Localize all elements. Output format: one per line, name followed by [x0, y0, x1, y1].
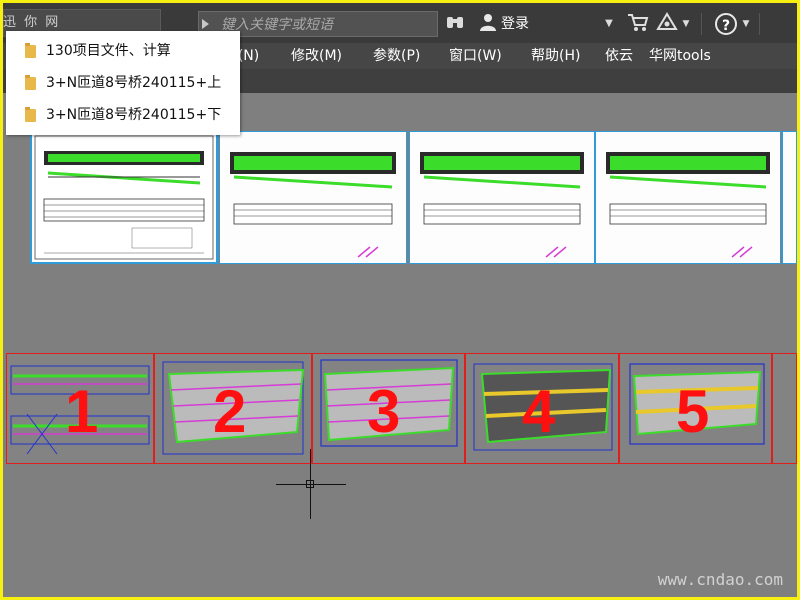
recent-files-dropdown: 130项目文件、计算 3+N匝道8号桥240115+上 3+N匝道8号桥2401… [6, 31, 240, 135]
layout-thumbnail-4[interactable] [595, 131, 781, 264]
corner-logo: 迅 你 网 [3, 15, 61, 30]
menu-item-yiyun[interactable]: 依云 [605, 43, 633, 69]
cad-window: 键入关键字或短语 登录 ▼ ▼ ? ▼ E(N) 修改(M) 参数(P) 窗口(… [3, 3, 797, 597]
cart-icon[interactable] [626, 12, 650, 36]
layout-thumbnail-5[interactable] [782, 131, 797, 264]
toolbar-separator [759, 13, 760, 35]
recent-file-label: 130项目文件、计算 [46, 43, 171, 59]
folder-icon [25, 43, 36, 58]
drawing-frame-5[interactable]: 5 [619, 353, 772, 464]
menu-item-window[interactable]: 窗口(W) [449, 43, 502, 69]
layout-thumbnail-1[interactable] [30, 131, 218, 264]
recent-file-item[interactable]: 3+N匝道8号桥240115+下 [6, 101, 240, 129]
drawing-frame-3[interactable]: 3 [312, 353, 465, 464]
a360-dropdown-arrow-icon[interactable]: ▼ [681, 12, 691, 36]
menu-item-huawang-tools[interactable]: 华网tools [649, 43, 711, 69]
watermark: www.cndao.com [657, 570, 783, 589]
drawing-number-3: 3 [367, 378, 401, 445]
menu-item-modify[interactable]: 修改(M) [291, 43, 342, 69]
menu-item-parameters[interactable]: 参数(P) [373, 43, 420, 69]
drawing-frame-4[interactable]: 4 [465, 353, 619, 464]
drawing-number-5: 5 [676, 378, 710, 445]
recent-file-item[interactable]: 130项目文件、计算 [6, 37, 240, 65]
recent-file-item[interactable]: 3+N匝道8号桥240115+上 [6, 69, 240, 97]
layout-thumbnail-2[interactable] [219, 131, 407, 264]
login-button[interactable]: 登录 [501, 15, 529, 33]
help-button[interactable]: ? [715, 13, 737, 35]
layout-thumbnail-3[interactable] [409, 131, 595, 264]
toolbar-separator [701, 13, 702, 35]
drawing-frame-6[interactable] [772, 353, 797, 464]
recent-file-label: 3+N匝道8号桥240115+下 [46, 107, 222, 123]
autodesk-a360-icon[interactable] [655, 12, 679, 36]
search-expand-icon[interactable] [202, 19, 209, 29]
user-icon[interactable] [477, 12, 499, 36]
binoculars-icon[interactable] [444, 12, 466, 36]
drawing-frame-2[interactable]: 2 [154, 353, 312, 464]
drawing-frame-1[interactable]: 1 [6, 353, 154, 464]
folder-icon [25, 107, 36, 122]
drawing-number-2: 2 [213, 378, 247, 445]
menu-item-help[interactable]: 帮助(H) [531, 43, 580, 69]
drawing-number-4: 4 [522, 378, 556, 445]
help-dropdown-arrow-icon[interactable]: ▼ [741, 12, 751, 36]
login-dropdown-arrow-icon[interactable]: ▼ [603, 12, 615, 36]
folder-icon [25, 75, 36, 90]
recent-file-label: 3+N匝道8号桥240115+上 [46, 75, 222, 91]
crosshair-pickbox [306, 480, 314, 488]
drawing-number-1: 1 [65, 378, 99, 445]
